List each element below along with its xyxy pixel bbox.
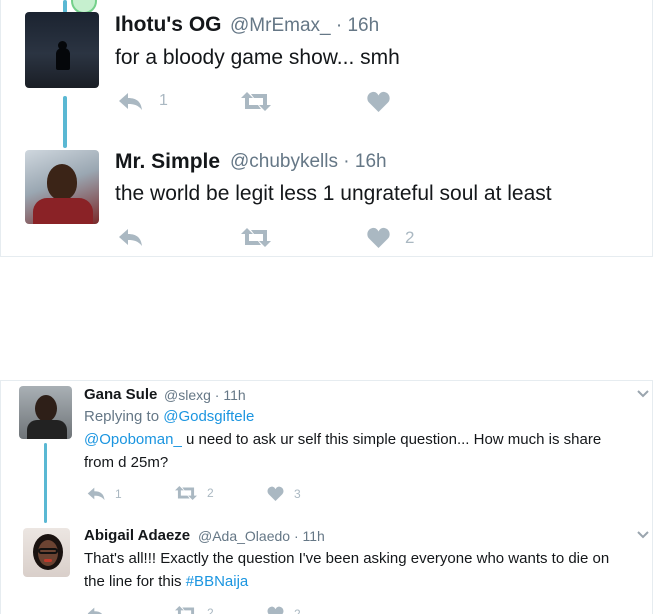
tweet-author-handle[interactable]: @Ada_Olaedo · 11h — [198, 528, 325, 544]
retweet-count: 2 — [207, 606, 214, 614]
replying-to: Replying to @Godsgiftele — [84, 408, 254, 425]
tweet-text: u need to ask ur self this simple questi… — [181, 431, 602, 448]
like-count: 3 — [294, 486, 301, 501]
avatar-silhouette-body — [56, 48, 71, 71]
reply-icon — [118, 91, 144, 111]
like-button[interactable]: 2 — [367, 227, 414, 248]
reply-count: 1 — [115, 486, 122, 501]
avatar[interactable] — [25, 12, 99, 88]
retweet-button[interactable] — [241, 92, 271, 111]
retweet-count: 2 — [207, 486, 214, 500]
retweet-button[interactable]: 2 — [175, 486, 214, 500]
tweet-text: the world be legit less 1 ungrateful sou… — [115, 182, 552, 205]
tweet-text-line-1: That's all!!! Exactly the question I've … — [84, 550, 610, 567]
tweet-author-name[interactable]: Mr. Simple — [115, 150, 220, 174]
tweet-text: for a bloody game show... smh — [115, 46, 400, 69]
avatar-face — [47, 164, 77, 200]
retweet-icon — [175, 486, 197, 500]
avatar-body — [27, 420, 67, 439]
like-button[interactable]: 3 — [267, 486, 301, 501]
avatar-shirt — [33, 198, 93, 224]
tweet-author-name[interactable]: Abigail Adaeze — [84, 527, 190, 544]
tweet-author-handle[interactable]: @chubykells · 16h — [230, 151, 387, 173]
heart-icon — [367, 227, 390, 248]
tweet-author-name[interactable]: Ihotu's OG — [115, 13, 222, 37]
avatar[interactable] — [25, 150, 99, 224]
like-button[interactable] — [367, 91, 390, 112]
hashtag-link[interactable]: #BBNaija — [186, 573, 249, 590]
like-count: 2 — [405, 227, 415, 247]
tweet-text: the line for this — [84, 573, 186, 590]
top-thread-card: Ihotu's OG @MrEmax_ · 16h for a bloody g… — [0, 0, 653, 257]
bottom-thread-card: Gana Sule @slexg · 11h Replying to @Gods… — [0, 380, 653, 614]
heart-icon — [367, 91, 390, 112]
reply-icon — [87, 486, 106, 501]
heart-icon — [267, 606, 284, 614]
heart-icon — [267, 486, 284, 501]
chevron-down-icon — [637, 390, 649, 398]
mention-link[interactable]: @Opoboman_ — [84, 431, 182, 448]
retweet-icon — [241, 228, 271, 247]
avatar-glasses — [38, 548, 58, 554]
reply-button[interactable]: 1 — [87, 486, 122, 501]
avatar-face — [35, 395, 57, 422]
chevron-down-icon — [637, 531, 649, 539]
tweet-author-handle[interactable]: @MrEmax_ · 16h — [230, 15, 379, 37]
like-count: 2 — [294, 606, 301, 614]
tweet-text-line-2: from d 25m? — [84, 454, 169, 471]
reply-icon — [87, 606, 106, 614]
thread-connector-line — [63, 96, 67, 148]
tweet-author-name[interactable]: Gana Sule — [84, 386, 157, 403]
thread-connector-line — [44, 443, 47, 523]
reply-button[interactable] — [118, 227, 144, 247]
retweet-icon — [241, 92, 271, 111]
replying-to-handle-link[interactable]: @Godsgiftele — [163, 408, 254, 425]
reply-button[interactable] — [87, 606, 106, 614]
like-button[interactable]: 2 — [267, 606, 301, 614]
reply-count: 1 — [159, 92, 168, 109]
retweet-icon — [175, 606, 197, 614]
tweet-menu-button[interactable] — [637, 531, 649, 539]
retweet-button[interactable]: 2 — [175, 606, 214, 614]
tweet-text-line-1: @Opoboman_ u need to ask ur self this si… — [84, 431, 601, 448]
reply-icon — [118, 227, 144, 247]
avatar[interactable] — [23, 528, 70, 577]
tweet-text-line-2: the line for this #BBNaija — [84, 573, 248, 590]
reply-button[interactable]: 1 — [118, 91, 168, 111]
avatar[interactable] — [19, 386, 72, 439]
tweet-menu-button[interactable] — [637, 390, 649, 398]
retweet-button[interactable] — [241, 228, 271, 247]
tweet-author-handle[interactable]: @slexg · 11h — [164, 387, 246, 403]
avatar-lips — [44, 559, 52, 562]
replying-to-prefix: Replying to — [84, 408, 164, 425]
